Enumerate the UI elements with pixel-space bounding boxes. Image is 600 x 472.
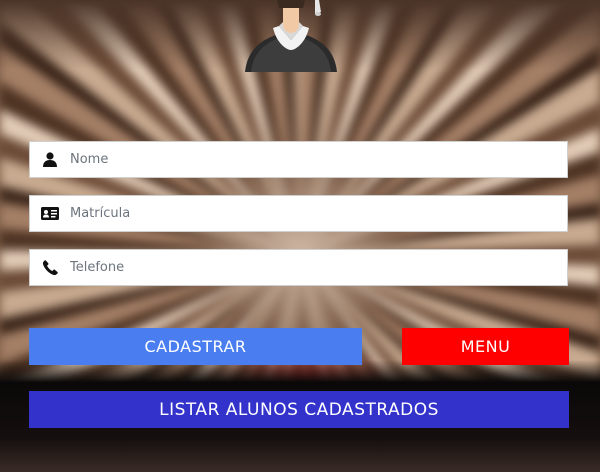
- matricula-input[interactable]: [70, 196, 567, 231]
- listar-alunos-button[interactable]: LISTAR ALUNOS CADASTRADOS: [29, 391, 569, 428]
- phone-icon: [30, 250, 70, 285]
- cadastrar-button[interactable]: CADASTRAR: [29, 328, 362, 365]
- nome-input[interactable]: [70, 142, 567, 177]
- telefone-field[interactable]: [29, 249, 568, 286]
- id-card-icon: [30, 196, 70, 231]
- user-icon: [30, 142, 70, 177]
- student-avatar-icon: [245, 0, 337, 72]
- telefone-input[interactable]: [70, 250, 567, 285]
- nome-field[interactable]: [29, 141, 568, 178]
- matricula-field[interactable]: [29, 195, 568, 232]
- menu-button[interactable]: MENU: [402, 328, 569, 365]
